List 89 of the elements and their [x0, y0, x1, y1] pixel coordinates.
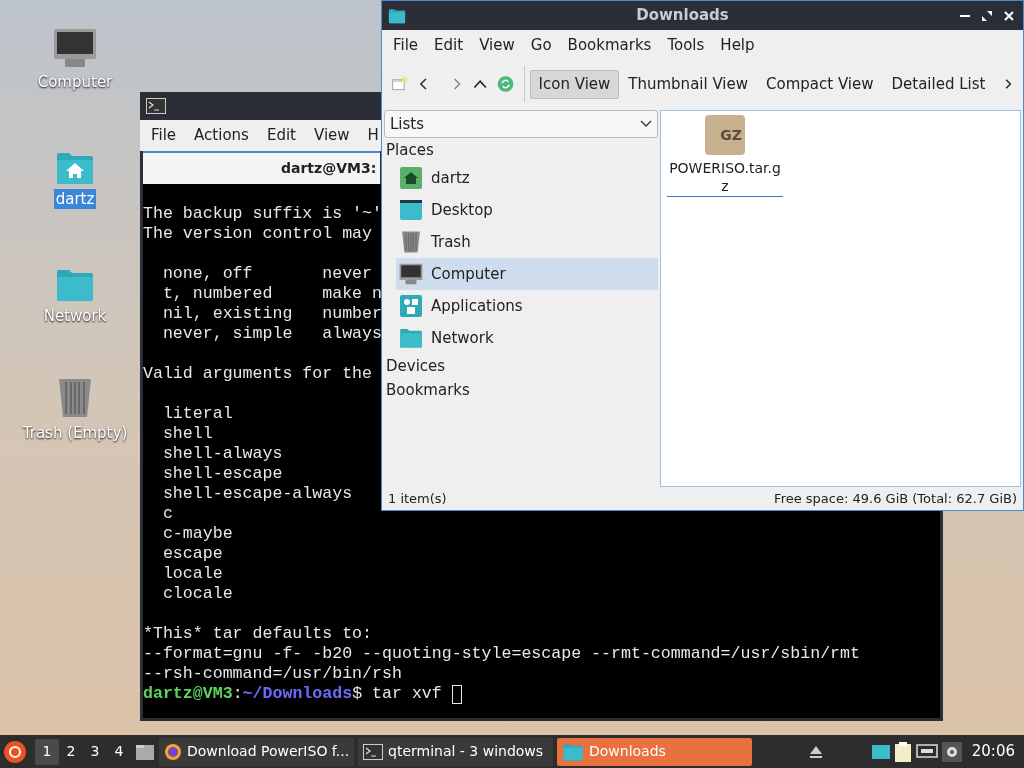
terminal-line: clocale — [161, 584, 233, 604]
menu-item[interactable]: View — [305, 124, 358, 147]
prompt-user: dartz@VM3 — [143, 684, 233, 704]
terminal-line: The backup suffix is '~' — [143, 204, 382, 224]
terminal-line: --format=gnu -f- -b20 --quoting-style=escape --rmt-command=/usr/sbin/rmt — [143, 644, 860, 664]
terminal-line: locale — [161, 564, 223, 584]
terminal-line: shell-escape-always — [161, 484, 353, 504]
terminal-line: never, simple always — [161, 324, 382, 344]
workspace-button[interactable]: 2 — [59, 738, 83, 765]
folder-icon — [562, 742, 584, 761]
desktop-icon-label[interactable]: dartz — [53, 189, 97, 209]
section-header[interactable]: Devices — [384, 355, 658, 378]
up-icon[interactable] — [472, 77, 487, 91]
monitor-icon — [399, 263, 423, 285]
prompt-separator: : — [232, 684, 243, 704]
menu-item[interactable]: Tools — [659, 33, 713, 57]
sidebar-item[interactable]: Applications — [396, 290, 658, 322]
section-header[interactable]: Places — [384, 139, 658, 162]
sidebar-item[interactable]: Computer — [396, 258, 658, 290]
terminal-line: shell — [161, 424, 213, 444]
workspace-button[interactable]: 3 — [83, 738, 107, 765]
section-header[interactable]: Bookmarks — [384, 379, 658, 402]
clock[interactable]: 20:06 — [965, 740, 1021, 763]
menu-item[interactable]: Help — [712, 33, 763, 57]
view-mode-button[interactable]: Icon View — [529, 69, 620, 99]
folder-icon[interactable] — [871, 744, 890, 759]
terminal-line: c-maybe — [161, 524, 233, 544]
menu-item[interactable]: View — [471, 33, 523, 57]
trash-icon — [401, 230, 421, 254]
view-mode-button[interactable]: Thumbnail View — [619, 69, 758, 99]
sidebar-item[interactable]: Trash — [396, 226, 658, 258]
terminal-line: t, numbered make n — [161, 284, 382, 304]
monitor-icon — [53, 28, 97, 68]
terminal-icon — [363, 743, 383, 760]
prompt-path: ~/Downloads — [242, 684, 353, 704]
terminal-line: literal — [161, 404, 233, 424]
menu-item[interactable]: Go — [522, 33, 560, 57]
archive-entry[interactable]: GZ POWERISO.tar.gz — [667, 115, 783, 197]
menu-item[interactable]: Edit — [258, 124, 304, 147]
terminal-line: Valid arguments for the — [143, 364, 373, 384]
text-cursor — [451, 684, 462, 704]
sidebar-item[interactable]: dartz — [396, 162, 658, 194]
folder-icon — [55, 268, 95, 302]
sidebar-item[interactable]: Network — [396, 322, 658, 354]
menu-item[interactable]: Actions — [186, 124, 257, 147]
browser-icon — [164, 742, 182, 761]
window-title: Downloads — [635, 5, 730, 27]
terminal-line: *This* tar defaults to: — [143, 624, 373, 644]
terminal-line: --rsh-command=/usr/bin/rsh — [143, 664, 402, 684]
clipboard-icon[interactable] — [893, 740, 912, 763]
network-icon[interactable] — [915, 742, 938, 761]
terminal-line: The version control may — [143, 224, 373, 244]
maximize-icon[interactable] — [981, 9, 993, 22]
close-icon[interactable] — [1003, 9, 1015, 22]
terminal-line: shell-escape — [161, 464, 283, 484]
settings-icon[interactable] — [941, 741, 962, 762]
status-text: 1 item(s) — [388, 490, 447, 509]
desktop-folder-icon — [400, 199, 422, 221]
command-text: $ tar xvf — [352, 684, 443, 704]
menu-item[interactable]: File — [143, 124, 185, 147]
terminal-line: escape — [161, 544, 223, 564]
home-folder-icon — [55, 151, 95, 185]
taskbar-task[interactable]: Download PowerISO f... — [159, 737, 354, 766]
folder-icon — [388, 7, 406, 24]
view-mode-button[interactable]: Compact View — [757, 69, 883, 99]
folder-icon — [399, 327, 423, 349]
terminal-line: none, off never — [161, 264, 373, 284]
applications-icon — [400, 295, 422, 317]
free-space-text: Free space: 49.6 GiB (Total: 62.7 GiB) — [774, 490, 1017, 509]
trash-icon — [57, 377, 93, 419]
terminal-icon — [146, 98, 166, 114]
terminal-line: c — [161, 504, 173, 524]
show-desktop-icon[interactable] — [135, 742, 155, 761]
menu-item[interactable]: Bookmarks — [559, 33, 660, 57]
workspace-button[interactable]: 4 — [107, 738, 131, 765]
terminal-tab[interactable]: dartz@VM3: — [143, 151, 380, 184]
terminal-line: nil, existing number — [161, 304, 382, 324]
chevron-down-icon — [640, 120, 652, 128]
archive-icon: GZ — [705, 115, 745, 155]
start-menu-icon[interactable] — [3, 739, 27, 764]
menu-item[interactable]: Edit — [426, 33, 472, 57]
menu-item[interactable]: File — [385, 33, 427, 57]
taskbar-task[interactable]: qterminal - 3 windows — [358, 737, 553, 766]
home-icon — [400, 167, 422, 189]
sidebar-item[interactable]: Desktop — [396, 194, 658, 226]
terminal-line: shell-always — [161, 444, 283, 464]
workspace-button[interactable]: 1 — [35, 738, 59, 765]
sidebar-mode-dropdown[interactable]: Lists — [384, 110, 658, 138]
view-mode-button[interactable]: Detailed List — [882, 69, 995, 99]
